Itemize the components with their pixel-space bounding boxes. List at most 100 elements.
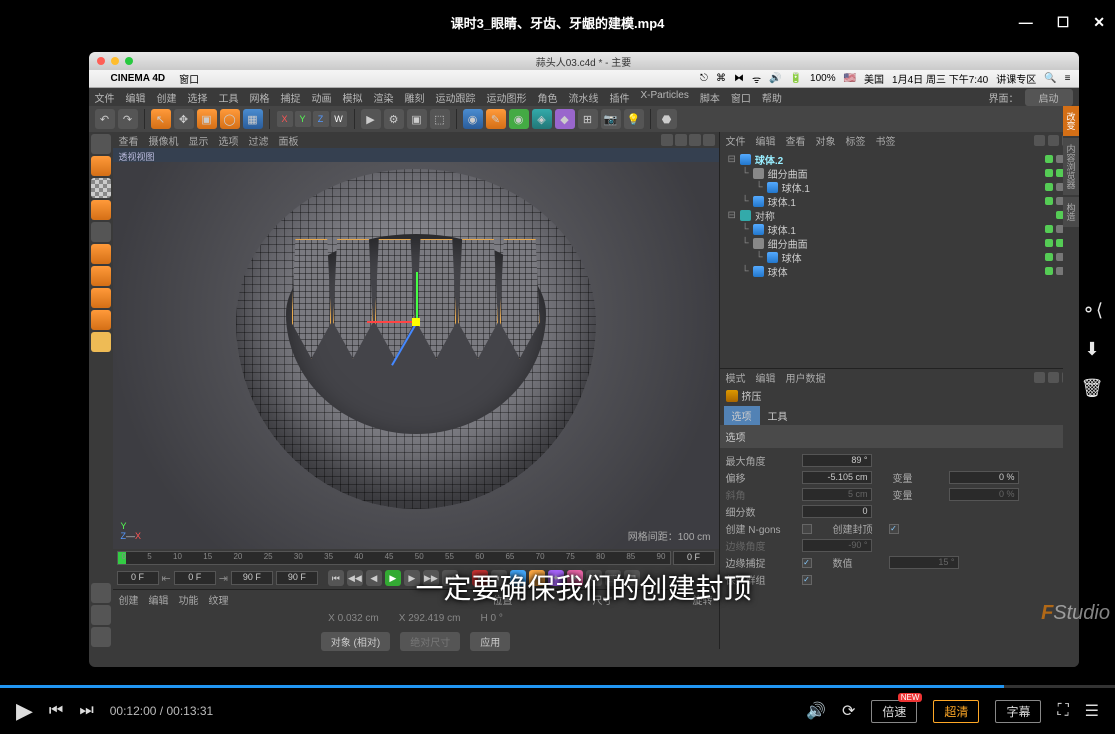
attr-tab-tool[interactable]: 工具 <box>760 406 796 425</box>
quality-button[interactable]: 超清 <box>933 700 979 723</box>
tag-icon[interactable] <box>1045 169 1053 177</box>
uv-icon[interactable] <box>91 288 111 308</box>
attr-value-field[interactable]: 0 % <box>949 488 1019 501</box>
timeline-track[interactable]: 051015202530354045505560657075808590 <box>117 551 671 565</box>
volume-icon[interactable]: 🔊 <box>806 701 826 721</box>
c4d-menu-item[interactable]: 工具 <box>219 90 239 105</box>
speed-button[interactable]: 倍速 NEW <box>871 700 917 723</box>
hierarchy-item[interactable]: └球体 <box>724 264 1075 278</box>
object-mode-dropdown[interactable]: 对象 (相对) <box>321 632 390 651</box>
om-tab[interactable]: 标签 <box>846 133 866 148</box>
deformer-icon[interactable]: ◆ <box>555 109 575 129</box>
viewport-solo3-icon[interactable] <box>91 627 111 647</box>
share-icon[interactable]: ⚬⟨ <box>1081 300 1103 321</box>
vp-menu-panel[interactable]: 面板 <box>279 133 299 148</box>
environment-icon[interactable]: ⊞ <box>578 109 598 129</box>
c4d-menu-item[interactable]: 文件 <box>95 90 115 105</box>
c4d-menu-item[interactable]: 模拟 <box>343 90 363 105</box>
attr-fn-icon[interactable] <box>1048 372 1059 383</box>
c4d-menu-item[interactable]: 雕刻 <box>405 90 425 105</box>
vp-nav-icon[interactable] <box>689 134 701 146</box>
hierarchy-item[interactable]: └细分曲面 <box>724 236 1075 250</box>
layout-dropdown[interactable]: 启动 <box>1025 89 1073 106</box>
tag-icon[interactable] <box>1045 239 1053 247</box>
attr-value-field[interactable]: 0 <box>802 505 872 518</box>
attr-value-field[interactable]: 0 % <box>949 471 1019 484</box>
minimize-icon[interactable]: — <box>1019 14 1033 31</box>
workplane-icon[interactable] <box>91 200 111 220</box>
search-icon[interactable]: 🔍 <box>1044 73 1056 84</box>
coord-h[interactable]: H 0 ° <box>480 613 502 624</box>
c4d-menu-item[interactable]: 流水线 <box>569 90 599 105</box>
attr-tab-options[interactable]: 选项 <box>724 406 760 425</box>
pen-tool-icon[interactable]: ✎ <box>486 109 506 129</box>
om-tab[interactable]: 对象 <box>816 133 836 148</box>
prev-track-icon[interactable]: ⏮ <box>49 702 63 720</box>
c4d-menu-item[interactable]: 编辑 <box>126 90 146 105</box>
side-tab[interactable]: 改变 <box>1063 106 1079 136</box>
close-icon[interactable]: ✕ <box>1093 14 1105 31</box>
attr-checkbox[interactable]: ✓ <box>889 524 899 534</box>
vp-menu-filter[interactable]: 过滤 <box>249 133 269 148</box>
texture-icon[interactable] <box>91 178 111 198</box>
tag-icon[interactable] <box>1045 197 1053 205</box>
hierarchy-item[interactable]: └球体 <box>724 250 1075 264</box>
move-tool-icon[interactable]: ✥ <box>174 109 194 129</box>
c4d-menu-item[interactable]: 插件 <box>610 90 630 105</box>
om-tab[interactable]: 书签 <box>876 133 896 148</box>
om-tab[interactable]: 文件 <box>726 133 746 148</box>
c4d-menu-item[interactable]: 帮助 <box>762 90 782 105</box>
tag-icon[interactable] <box>1045 267 1053 275</box>
fullscreen-icon[interactable]: ⛶ <box>1057 702 1068 720</box>
redo-icon[interactable]: ↷ <box>118 109 138 129</box>
apply-button[interactable]: 应用 <box>470 632 510 651</box>
side-tab[interactable]: 构造 <box>1063 197 1079 227</box>
c4d-menu-item[interactable]: 运动跟踪 <box>436 90 476 105</box>
take-icon[interactable]: ⬚ <box>430 109 450 129</box>
hierarchy-item[interactable]: ⊟球体.2 <box>724 152 1075 166</box>
generator-icon[interactable]: ◈ <box>532 109 552 129</box>
c4d-menu-item[interactable]: 选择 <box>188 90 208 105</box>
viewport-solo2-icon[interactable] <box>91 605 111 625</box>
tag-icon[interactable]: ⬣ <box>657 109 677 129</box>
play-button[interactable]: ▶ <box>16 698 33 724</box>
search-icon[interactable] <box>1034 135 1045 146</box>
maximize-icon[interactable]: ☐ <box>1057 14 1070 31</box>
c4d-menu-item[interactable]: 网格 <box>250 90 270 105</box>
camera-icon[interactable]: 📷 <box>601 109 621 129</box>
attr-menu[interactable]: 用户数据 <box>786 370 826 385</box>
tag-icon[interactable] <box>1045 183 1053 191</box>
zoom-dot-icon[interactable] <box>125 57 133 65</box>
tag-icon[interactable] <box>1045 253 1053 261</box>
c4d-menu-item[interactable]: 脚本 <box>700 90 720 105</box>
edge-icon[interactable] <box>91 244 111 264</box>
attr-value-field[interactable]: 5 cm <box>802 488 872 501</box>
vp-nav-icon[interactable] <box>703 134 715 146</box>
tag-icon[interactable] <box>1045 225 1053 233</box>
timeline[interactable]: 051015202530354045505560657075808590 0 F <box>113 549 719 567</box>
home-icon[interactable] <box>1048 135 1059 146</box>
c4d-menu-item[interactable]: X-Particles <box>641 90 689 105</box>
vp-nav-icon[interactable] <box>675 134 687 146</box>
attr-value-field[interactable]: -90 ° <box>802 539 872 552</box>
vp-menu-options[interactable]: 选项 <box>219 133 239 148</box>
abs-size-button[interactable]: 绝对尺寸 <box>400 632 460 651</box>
hierarchy-item[interactable]: ⊟对称 <box>724 208 1075 222</box>
editable-icon[interactable] <box>91 134 111 154</box>
primitive-icon[interactable]: ◉ <box>463 109 483 129</box>
coord-xw[interactable]: X 292.419 cm <box>399 613 461 624</box>
mac-menu-window[interactable]: 窗口 <box>179 71 199 86</box>
min-dot-icon[interactable] <box>111 57 119 65</box>
attr-checkbox[interactable]: ✓ <box>802 558 812 568</box>
cube-tool-icon[interactable]: ▣ <box>197 109 217 129</box>
attr-menu[interactable]: 模式 <box>726 370 746 385</box>
c4d-menu-item[interactable]: 创建 <box>157 90 177 105</box>
vp-nav-icon[interactable] <box>661 134 673 146</box>
hierarchy-item[interactable]: └细分曲面 <box>724 166 1075 180</box>
c4d-menu-item[interactable]: 渲染 <box>374 90 394 105</box>
render-settings-icon[interactable]: ⚙ <box>384 109 404 129</box>
axis-z-button[interactable]: Z <box>313 111 329 127</box>
hierarchy-item[interactable]: └球体.1 <box>724 194 1075 208</box>
c4d-menu-item[interactable]: 角色 <box>538 90 558 105</box>
point-icon[interactable] <box>91 222 111 242</box>
